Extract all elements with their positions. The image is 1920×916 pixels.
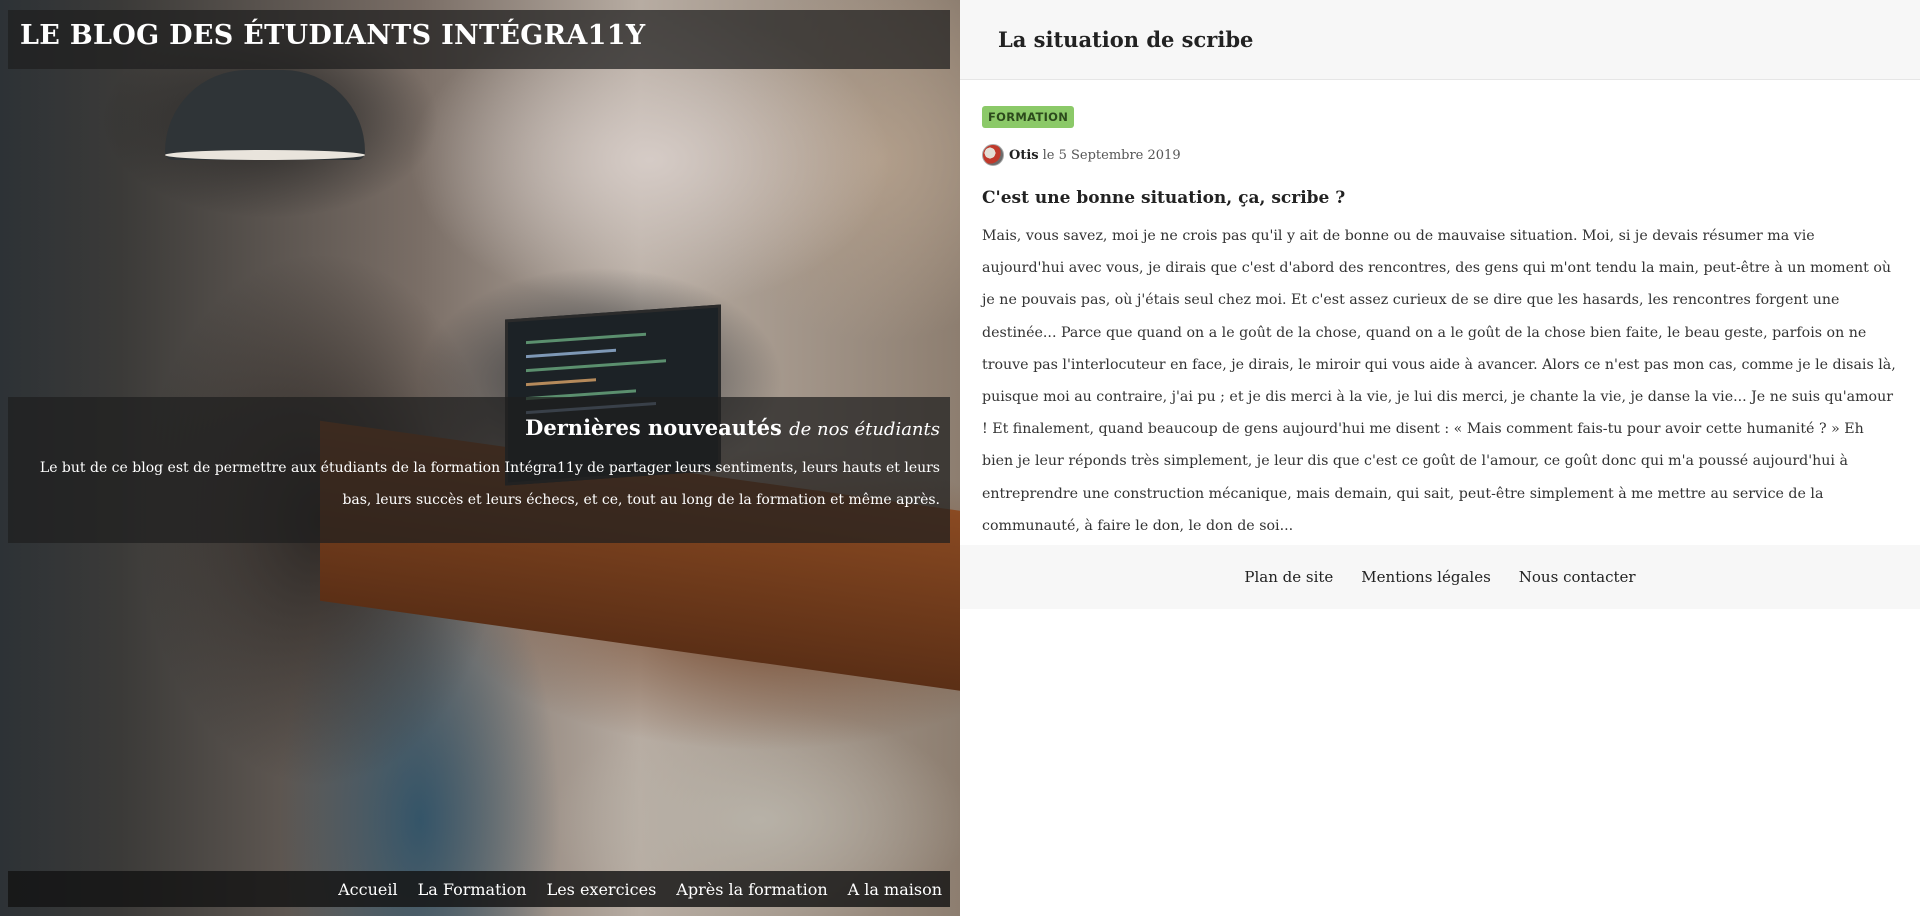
footer: Plan de site Mentions légales Nous conta… (960, 545, 1920, 609)
lamp-shape (165, 70, 365, 160)
lamp-rim (165, 150, 365, 160)
article: FORMATION Otis le 5 Septembre 2019 C'est… (960, 80, 1920, 542)
footer-link-mentions-legales[interactable]: Mentions légales (1361, 568, 1490, 586)
post-excerpt: Mais, vous savez, moi je ne crois pas qu… (982, 228, 1896, 534)
intro-heading-em: de nos étudiants (789, 419, 940, 440)
hero-panel: LE BLOG DES ÉTUDIANTS INTÉGRA11Y Dernièr… (0, 0, 960, 916)
intro-heading: Dernières nouveautés de nos étudiants (525, 415, 940, 440)
nav-item-a-la-maison[interactable]: A la maison (848, 880, 942, 899)
article-meta: Otis le 5 Septembre 2019 (982, 144, 1898, 166)
footer-link-plan-de-site[interactable]: Plan de site (1244, 568, 1333, 586)
nav-item-accueil[interactable]: Accueil (338, 880, 397, 899)
main-nav: Accueil La Formation Les exercices Après… (8, 871, 950, 907)
site-title[interactable]: LE BLOG DES ÉTUDIANTS INTÉGRA11Y (20, 20, 645, 51)
nav-item-les-exercices[interactable]: Les exercices (547, 880, 657, 899)
intro-text: Le but de ce blog est de permettre aux é… (39, 460, 940, 508)
author-name[interactable]: Otis (1009, 148, 1039, 163)
content-panel: La situation de scribe FORMATION Otis le… (960, 0, 1920, 916)
article-header: La situation de scribe (960, 0, 1920, 80)
nav-item-la-formation[interactable]: La Formation (418, 880, 527, 899)
page-title: La situation de scribe (998, 27, 1254, 52)
intro-box: Dernières nouveautés de nos étudiants Le… (8, 397, 950, 543)
avatar (982, 144, 1004, 166)
post-date: le 5 Septembre 2019 (1042, 147, 1181, 163)
nav-item-apres-la-formation[interactable]: Après la formation (676, 880, 827, 899)
footer-link-nous-contacter[interactable]: Nous contacter (1519, 568, 1636, 586)
post-title[interactable]: C'est une bonne situation, ça, scribe ? (982, 188, 1898, 208)
category-badge[interactable]: FORMATION (982, 106, 1075, 128)
